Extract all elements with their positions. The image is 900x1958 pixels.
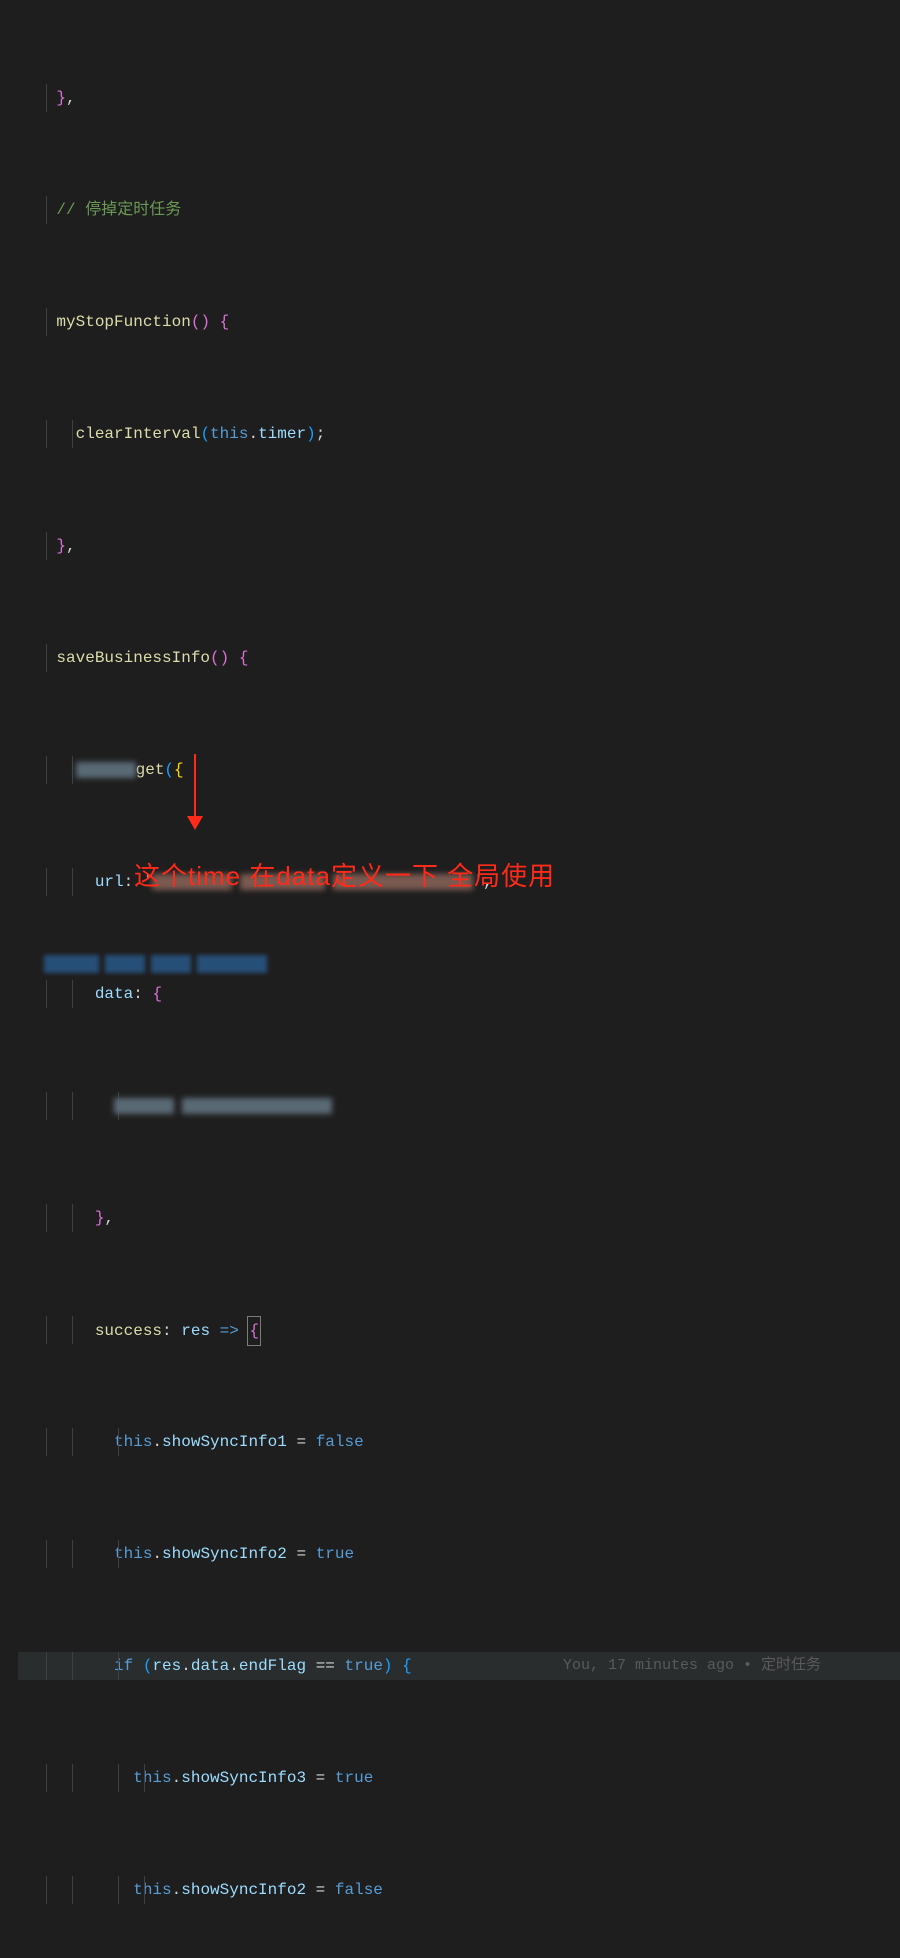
bottom-redacted-row — [44, 955, 267, 973]
redacted-text — [182, 1098, 332, 1114]
code-line[interactable]: success: res => { — [18, 1316, 900, 1344]
code-line-active[interactable]: if (res.data.endFlag == true) {You, 17 m… — [18, 1652, 900, 1680]
code-line[interactable]: }, — [18, 1204, 900, 1232]
code-line[interactable]: get({ — [18, 756, 900, 784]
code-line[interactable]: myStopFunction() { — [18, 308, 900, 336]
cursor: { — [247, 1316, 261, 1346]
code-line[interactable]: data: { — [18, 980, 900, 1008]
code-line[interactable]: }, — [18, 532, 900, 560]
code-line[interactable]: this.showSyncInfo3 = true — [18, 1764, 900, 1792]
code-line[interactable]: this.showSyncInfo2 = true — [18, 1540, 900, 1568]
redacted-text — [76, 762, 136, 778]
code-line[interactable]: this.showSyncInfo1 = false — [18, 1428, 900, 1456]
annotation-text: 这个time 在data定义一下 全局使用 — [134, 862, 555, 890]
code-line[interactable]: // 停掉定时任务 — [18, 196, 900, 224]
code-line[interactable] — [18, 1092, 900, 1120]
code-line[interactable]: clearInterval(this.timer); — [18, 420, 900, 448]
code-editor[interactable]: }, // 停掉定时任务 myStopFunction() { clearInt… — [0, 0, 900, 1958]
code-line[interactable]: }, — [18, 84, 900, 112]
code-line[interactable]: saveBusinessInfo() { — [18, 644, 900, 672]
redacted-text — [114, 1098, 174, 1114]
code-line[interactable]: this.showSyncInfo2 = false — [18, 1876, 900, 1904]
git-blame-annotation: You, 17 minutes ago • 定时任务 — [563, 1652, 821, 1680]
